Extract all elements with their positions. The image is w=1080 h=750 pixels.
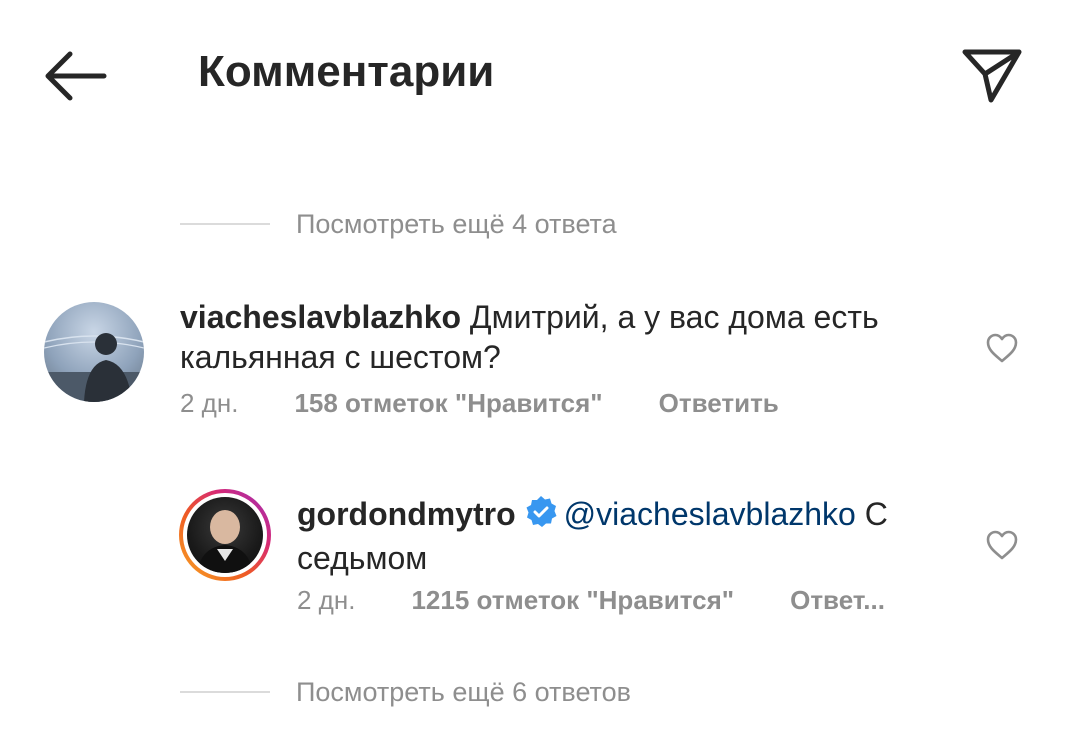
view-more-replies-bottom[interactable]: Посмотреть ещё 6 ответов: [180, 672, 631, 712]
comment-time: 2 дн.: [180, 388, 239, 418]
verified-badge-icon: [524, 495, 558, 538]
comment-username[interactable]: viacheslavblazhko: [180, 299, 461, 335]
reply-button[interactable]: Ответить: [659, 388, 779, 419]
comment-body: gordondmytro @viacheslavblazhko С седьмом: [297, 494, 937, 578]
avatar[interactable]: [187, 497, 263, 573]
arrow-left-icon: [45, 51, 107, 101]
comment-meta: 2 дн. 158 отметок "Нравится" Ответить: [180, 388, 779, 419]
page-title: Комментарии: [198, 47, 495, 96]
comment-body: viacheslavblazhko Дмитрий, а у вас дома …: [180, 297, 940, 377]
paper-plane-icon: [962, 49, 1022, 103]
share-button[interactable]: [955, 40, 1027, 112]
view-more-label: Посмотреть ещё 4 ответа: [296, 208, 617, 239]
comment-likes[interactable]: 1215 отметок "Нравится": [411, 585, 734, 616]
view-more-replies-top[interactable]: Посмотреть ещё 4 ответа: [180, 204, 617, 244]
comment-likes[interactable]: 158 отметок "Нравится": [294, 388, 602, 419]
view-more-label: Посмотреть ещё 6 ответов: [296, 676, 631, 707]
mention-link[interactable]: @viacheslavblazhko: [564, 496, 856, 532]
like-button[interactable]: [985, 331, 1019, 365]
back-button[interactable]: [40, 40, 112, 112]
header-bar: Комментарии: [0, 0, 1080, 150]
heart-icon: [986, 333, 1018, 363]
avatar[interactable]: [44, 302, 144, 402]
like-button[interactable]: [985, 528, 1019, 562]
reply-button[interactable]: Ответ...: [790, 585, 885, 616]
heart-icon: [986, 530, 1018, 560]
avatar-photo: [44, 333, 144, 402]
comment-username[interactable]: gordondmytro: [297, 496, 516, 532]
avatar-photo: [197, 510, 253, 573]
divider-line: [180, 223, 270, 225]
divider-line: [180, 691, 270, 693]
comment-meta: 2 дн. 1215 отметок "Нравится" Ответ...: [297, 585, 885, 616]
comment-time: 2 дн.: [297, 585, 356, 615]
